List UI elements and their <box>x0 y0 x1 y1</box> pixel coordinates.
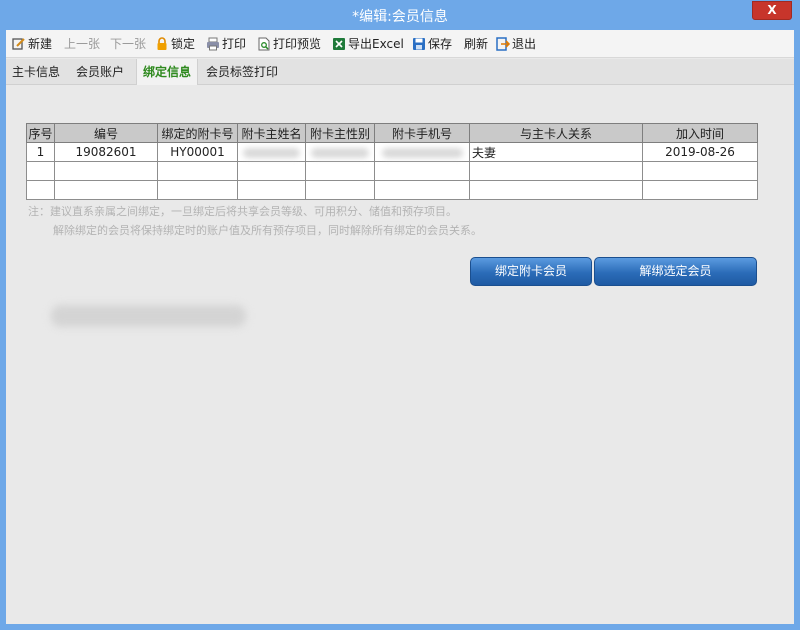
redacted-block <box>381 147 463 158</box>
cell-holder-name <box>237 142 306 162</box>
empty-cell <box>237 180 306 200</box>
print-preview-button[interactable]: 打印预览 <box>257 35 321 53</box>
empty-cell <box>26 180 55 200</box>
empty-cell <box>157 180 238 200</box>
title-bar[interactable]: *编辑:会员信息 X <box>0 0 800 30</box>
table-row[interactable]: 1 19082601 HY00001 夫妻 2019-08-26 <box>26 142 758 162</box>
export-excel-label: 导出Excel <box>348 37 404 51</box>
empty-cell <box>305 180 375 200</box>
bind-card-button[interactable]: 绑定附卡会员 <box>470 257 592 286</box>
empty-cell <box>305 161 375 181</box>
refresh-label: 刷新 <box>464 37 489 51</box>
cell-holder-phone <box>374 142 470 162</box>
prev-button[interactable]: 上一张 <box>64 35 100 53</box>
cell-join-time: 2019-08-26 <box>642 142 758 162</box>
redacted-block <box>311 147 369 158</box>
tab-bar: 主卡信息 会员账户 绑定信息 会员标签打印 <box>6 59 794 85</box>
empty-cell <box>157 161 238 181</box>
cell-index: 1 <box>26 142 55 162</box>
col-header[interactable]: 附卡手机号 <box>374 123 470 143</box>
app-window: *编辑:会员信息 X 新建 上一张 下一张 锁定 打印 打印预览 导出Excel… <box>0 0 800 630</box>
export-excel-button[interactable]: 导出Excel <box>332 35 404 53</box>
print-label: 打印 <box>222 37 247 51</box>
tab-member-account[interactable]: 会员账户 <box>70 59 130 85</box>
close-button[interactable]: X <box>752 1 792 20</box>
exit-button[interactable]: 退出 <box>496 35 536 53</box>
col-header[interactable]: 加入时间 <box>642 123 758 143</box>
tab-binding-info[interactable]: 绑定信息 <box>136 59 199 85</box>
new-button[interactable]: 新建 <box>12 35 52 53</box>
exit-icon <box>496 37 510 51</box>
col-header[interactable]: 附卡主性别 <box>305 123 375 143</box>
col-header[interactable]: 绑定的附卡号 <box>157 123 238 143</box>
next-button[interactable]: 下一张 <box>110 35 146 53</box>
lock-label: 锁定 <box>171 37 196 51</box>
cell-number: 19082601 <box>54 142 158 162</box>
unbind-member-button[interactable]: 解绑选定会员 <box>594 257 757 286</box>
tab-member-label-print[interactable]: 会员标签打印 <box>200 59 284 85</box>
empty-cell <box>469 180 643 200</box>
exit-label: 退出 <box>512 37 537 51</box>
window-client: 新建 上一张 下一张 锁定 打印 打印预览 导出Excel 保存 刷新 退出 主… <box>6 30 794 624</box>
new-icon <box>12 38 25 50</box>
table-row[interactable] <box>26 161 758 181</box>
prev-label: 上一张 <box>64 37 101 51</box>
table-row[interactable] <box>26 180 758 200</box>
print-preview-icon <box>258 37 270 51</box>
empty-cell <box>642 161 758 181</box>
empty-cell <box>469 161 643 181</box>
redacted-block <box>243 147 300 158</box>
toolbar: 新建 上一张 下一张 锁定 打印 打印预览 导出Excel 保存 刷新 退出 <box>6 30 794 58</box>
cell-relation: 夫妻 <box>469 142 643 162</box>
tab-main-card[interactable]: 主卡信息 <box>6 59 66 85</box>
binding-note: 注：建议直系亲属之间绑定，一旦绑定后将共享会员等级、可用积分、储值和预存项目。 … <box>28 202 482 240</box>
col-header[interactable]: 序号 <box>26 123 55 143</box>
print-preview-label: 打印预览 <box>273 37 322 51</box>
empty-cell <box>237 161 306 181</box>
empty-cell <box>26 161 55 181</box>
empty-cell <box>374 161 470 181</box>
note-line-2: 解除绑定的会员将保持绑定时的账户值及所有预存项目，同时解除所有绑定的会员关系。 <box>53 224 482 237</box>
lock-button[interactable]: 锁定 <box>155 35 195 53</box>
empty-cell <box>54 161 158 181</box>
table-header-row: 序号 编号 绑定的附卡号 附卡主姓名 附卡主性别 附卡手机号 与主卡人关系 加入… <box>26 123 758 143</box>
save-icon <box>413 38 425 50</box>
print-button[interactable]: 打印 <box>206 35 246 53</box>
empty-cell <box>642 180 758 200</box>
note-line-1: 注：建议直系亲属之间绑定，一旦绑定后将共享会员等级、可用积分、储值和预存项目。 <box>28 205 457 218</box>
save-button[interactable]: 保存 <box>412 35 452 53</box>
binding-table: 序号 编号 绑定的附卡号 附卡主姓名 附卡主性别 附卡手机号 与主卡人关系 加入… <box>26 123 758 200</box>
lock-icon <box>157 37 167 50</box>
redacted-block <box>51 305 246 327</box>
new-label: 新建 <box>28 37 53 51</box>
cell-holder-gender <box>305 142 375 162</box>
refresh-button[interactable]: 刷新 <box>464 35 488 53</box>
empty-cell <box>54 180 158 200</box>
empty-cell <box>374 180 470 200</box>
save-label: 保存 <box>428 37 453 51</box>
next-label: 下一张 <box>110 37 147 51</box>
excel-icon <box>333 38 345 50</box>
col-header[interactable]: 与主卡人关系 <box>469 123 643 143</box>
printer-icon <box>207 37 219 51</box>
col-header[interactable]: 附卡主姓名 <box>237 123 306 143</box>
col-header[interactable]: 编号 <box>54 123 158 143</box>
cell-card-number: HY00001 <box>157 142 238 162</box>
window-title: *编辑:会员信息 <box>352 9 448 25</box>
